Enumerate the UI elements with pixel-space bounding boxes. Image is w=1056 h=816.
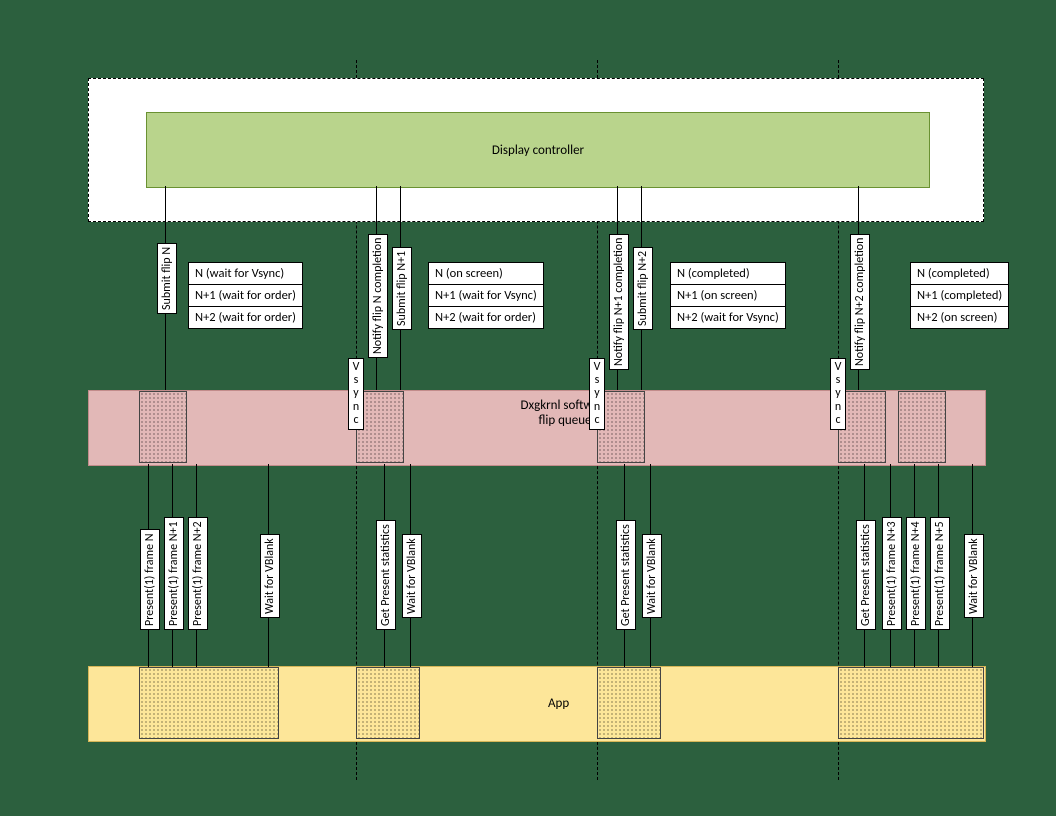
- label-pres-n1: Present(1) frame N+1: [164, 517, 184, 630]
- state-cell: N (wait for Vsync): [189, 263, 302, 285]
- state-cell: N+1 (wait for order): [189, 285, 302, 307]
- state-cell: N+2 (wait for order): [429, 307, 543, 328]
- label-waitvb-3: Wait for VBlank: [964, 534, 984, 618]
- state-table-2: N (completed) N+1 (on screen) N+2 (wait …: [670, 262, 786, 329]
- label-comp-n2: Notify flip N+2 completion: [850, 234, 870, 370]
- app-label: App: [548, 696, 569, 711]
- label-waitvb-1: Wait for VBlank: [402, 534, 422, 618]
- label-submit-n1: Submit flip N+1: [392, 247, 412, 330]
- dxg-activity-0: [139, 391, 187, 463]
- label-submit-n2: Submit flip N+2: [633, 247, 653, 330]
- label-pres-n: Present(1) frame N: [140, 529, 160, 630]
- label-stats-2: Get Present statistics: [616, 520, 636, 630]
- label-stats-1: Get Present statistics: [376, 520, 396, 630]
- state-cell: N (on screen): [429, 263, 543, 285]
- vsync-label-2: Vsync: [589, 358, 605, 430]
- state-cell: N (completed): [911, 263, 1008, 285]
- label-comp-n1: Notify flip N+1 completion: [609, 234, 629, 370]
- state-cell: N+2 (on screen): [911, 307, 1008, 328]
- state-cell: N+2 (wait for order): [189, 307, 302, 328]
- state-cell: N+1 (completed): [911, 285, 1008, 307]
- label-pres-n5: Present(1) frame N+5: [930, 517, 950, 630]
- display-controller-lane: Display controller: [146, 112, 930, 188]
- label-pres-n2: Present(1) frame N+2: [188, 517, 208, 630]
- display-controller-label: Display controller: [492, 143, 584, 158]
- label-pres-n3: Present(1) frame N+3: [882, 517, 902, 630]
- dxg-activity-3b: [898, 391, 946, 463]
- state-cell: N (completed): [671, 263, 785, 285]
- vsync-label-1: Vsync: [348, 358, 364, 430]
- state-cell: N+1 (on screen): [671, 285, 785, 307]
- app-activity-0: [139, 667, 279, 739]
- app-activity-2: [597, 667, 661, 739]
- label-pres-n4: Present(1) frame N+4: [906, 517, 926, 630]
- label-waitvb-0: Wait for VBlank: [260, 534, 280, 618]
- diagram-canvas: Display controller Dxgkrnl software flip…: [0, 0, 1056, 816]
- vsync-label-3: Vsync: [830, 358, 846, 430]
- state-table-1: N (on screen) N+1 (wait for Vsync) N+2 (…: [428, 262, 544, 329]
- label-stats-3: Get Present statistics: [856, 520, 876, 630]
- state-cell: N+2 (wait for Vsync): [671, 307, 785, 328]
- app-activity-1: [356, 667, 420, 739]
- state-table-0: N (wait for Vsync) N+1 (wait for order) …: [188, 262, 303, 329]
- label-comp-n: Notify flip N completion: [368, 234, 388, 358]
- state-cell: N+1 (wait for Vsync): [429, 285, 543, 307]
- label-waitvb-2: Wait for VBlank: [642, 534, 662, 618]
- app-activity-3: [838, 667, 984, 739]
- state-table-3: N (completed) N+1 (completed) N+2 (on sc…: [910, 262, 1009, 329]
- label-submit-n: Submit flip N: [157, 243, 177, 314]
